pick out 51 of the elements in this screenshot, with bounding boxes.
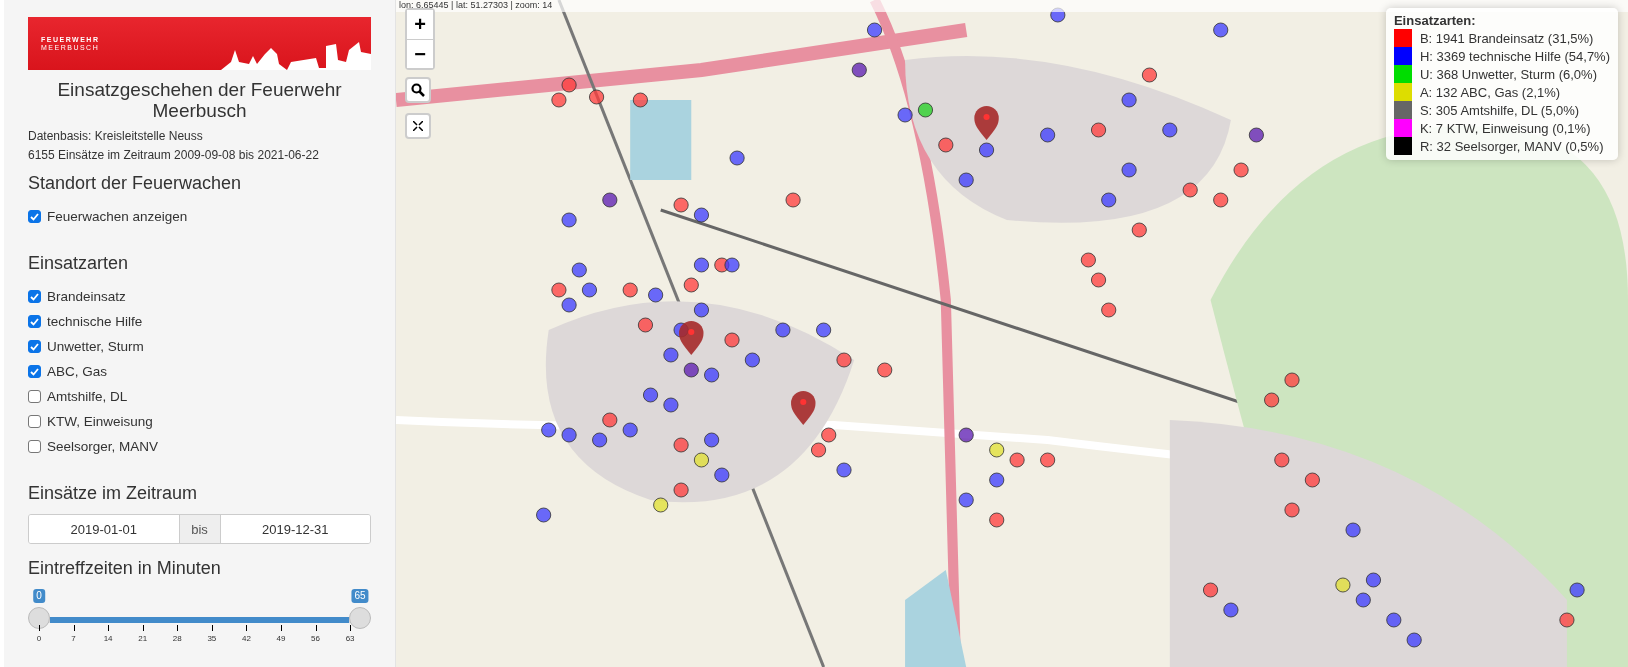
checkbox-label: ABC, Gas (47, 364, 108, 379)
coordinates-text: lon: 6.65445 | lat: 51.27303 | zoom: 14 (396, 0, 1628, 12)
info-text: 6155 Einsätze im Zeitraum 2009-09-08 bis 2021-06-22 (28, 147, 320, 164)
legend-label: S: 305 Amtshilfe, DL (5,0%) (1419, 102, 1580, 118)
legend-label: A: 132 ABC, Gas (2,1%) (1419, 84, 1561, 100)
checkbox-label: Amtshilfe, DL (47, 389, 128, 404)
tick-label: 35 (207, 634, 217, 643)
checkbox[interactable] (28, 440, 41, 453)
tick-label: 0 (36, 634, 42, 643)
checkbox[interactable] (28, 415, 41, 428)
handle-value: 0 (33, 589, 45, 603)
section-heading: Standort der Feuerwachen (28, 173, 243, 194)
tick-label: 49 (276, 634, 286, 643)
tick-label: 14 (103, 634, 113, 643)
tick-label: 7 (71, 634, 76, 643)
checkbox-label: Unwetter, Sturm (47, 339, 144, 354)
checkbox[interactable] (28, 290, 41, 303)
legend-label: R: 32 Seelsorger, MANV (0,5%) (1419, 138, 1604, 154)
legend-label: U: 368 Unwetter, Sturm (6,0%) (1419, 66, 1597, 82)
legend-title: Einsatzarten: (1393, 13, 1477, 28)
section-heading: Einsatzarten (28, 253, 130, 274)
checkbox[interactable] (28, 315, 41, 328)
tick-label: 56 (311, 634, 320, 643)
search-button[interactable] (405, 77, 431, 103)
checkbox-label: Seelsorger, MANV (47, 439, 159, 454)
legend-label: H: 3369 technische Hilfe (54,7%) (1419, 48, 1610, 64)
checkbox[interactable] (28, 390, 41, 403)
app-title: Einsatzgeschehen der Feuerwehr Meerbusch (56, 79, 343, 121)
legend-label: B: 1941 Brandeinsatz (31,5%) (1419, 30, 1594, 46)
checkbox-label: KTW, Einweisung (47, 414, 153, 429)
checkbox-label: Brandeinsatz (47, 289, 126, 304)
reset-view-button[interactable] (405, 113, 431, 139)
checkbox[interactable] (28, 340, 41, 353)
search-icon (411, 83, 425, 97)
crosshair-icon (413, 121, 423, 131)
tick-label: 42 (241, 634, 251, 643)
slider-handle[interactable] (28, 607, 50, 629)
checkbox[interactable] (28, 365, 41, 378)
legend-label: K: 7 KTW, Einweisung (0,1%) (1419, 120, 1591, 136)
section-heading: Einsätze im Zeitraum (28, 483, 199, 504)
slider-handle[interactable] (349, 607, 371, 629)
zoom-out-button[interactable]: − (407, 39, 433, 68)
checkbox[interactable] (28, 210, 41, 223)
section-heading: Eintreffzeiten in Minuten (28, 558, 222, 579)
tick-label: 21 (138, 634, 148, 643)
checkbox-label: technische Hilfe (47, 314, 143, 329)
tick-label: 63 (345, 634, 355, 643)
checkbox-label: Feuerwachen anzeigen (47, 209, 188, 224)
handle-value: 65 (351, 589, 369, 603)
info-text: Datenbasis: Kreisleitstelle Neuss (28, 128, 204, 145)
tick-label: 28 (172, 634, 182, 643)
